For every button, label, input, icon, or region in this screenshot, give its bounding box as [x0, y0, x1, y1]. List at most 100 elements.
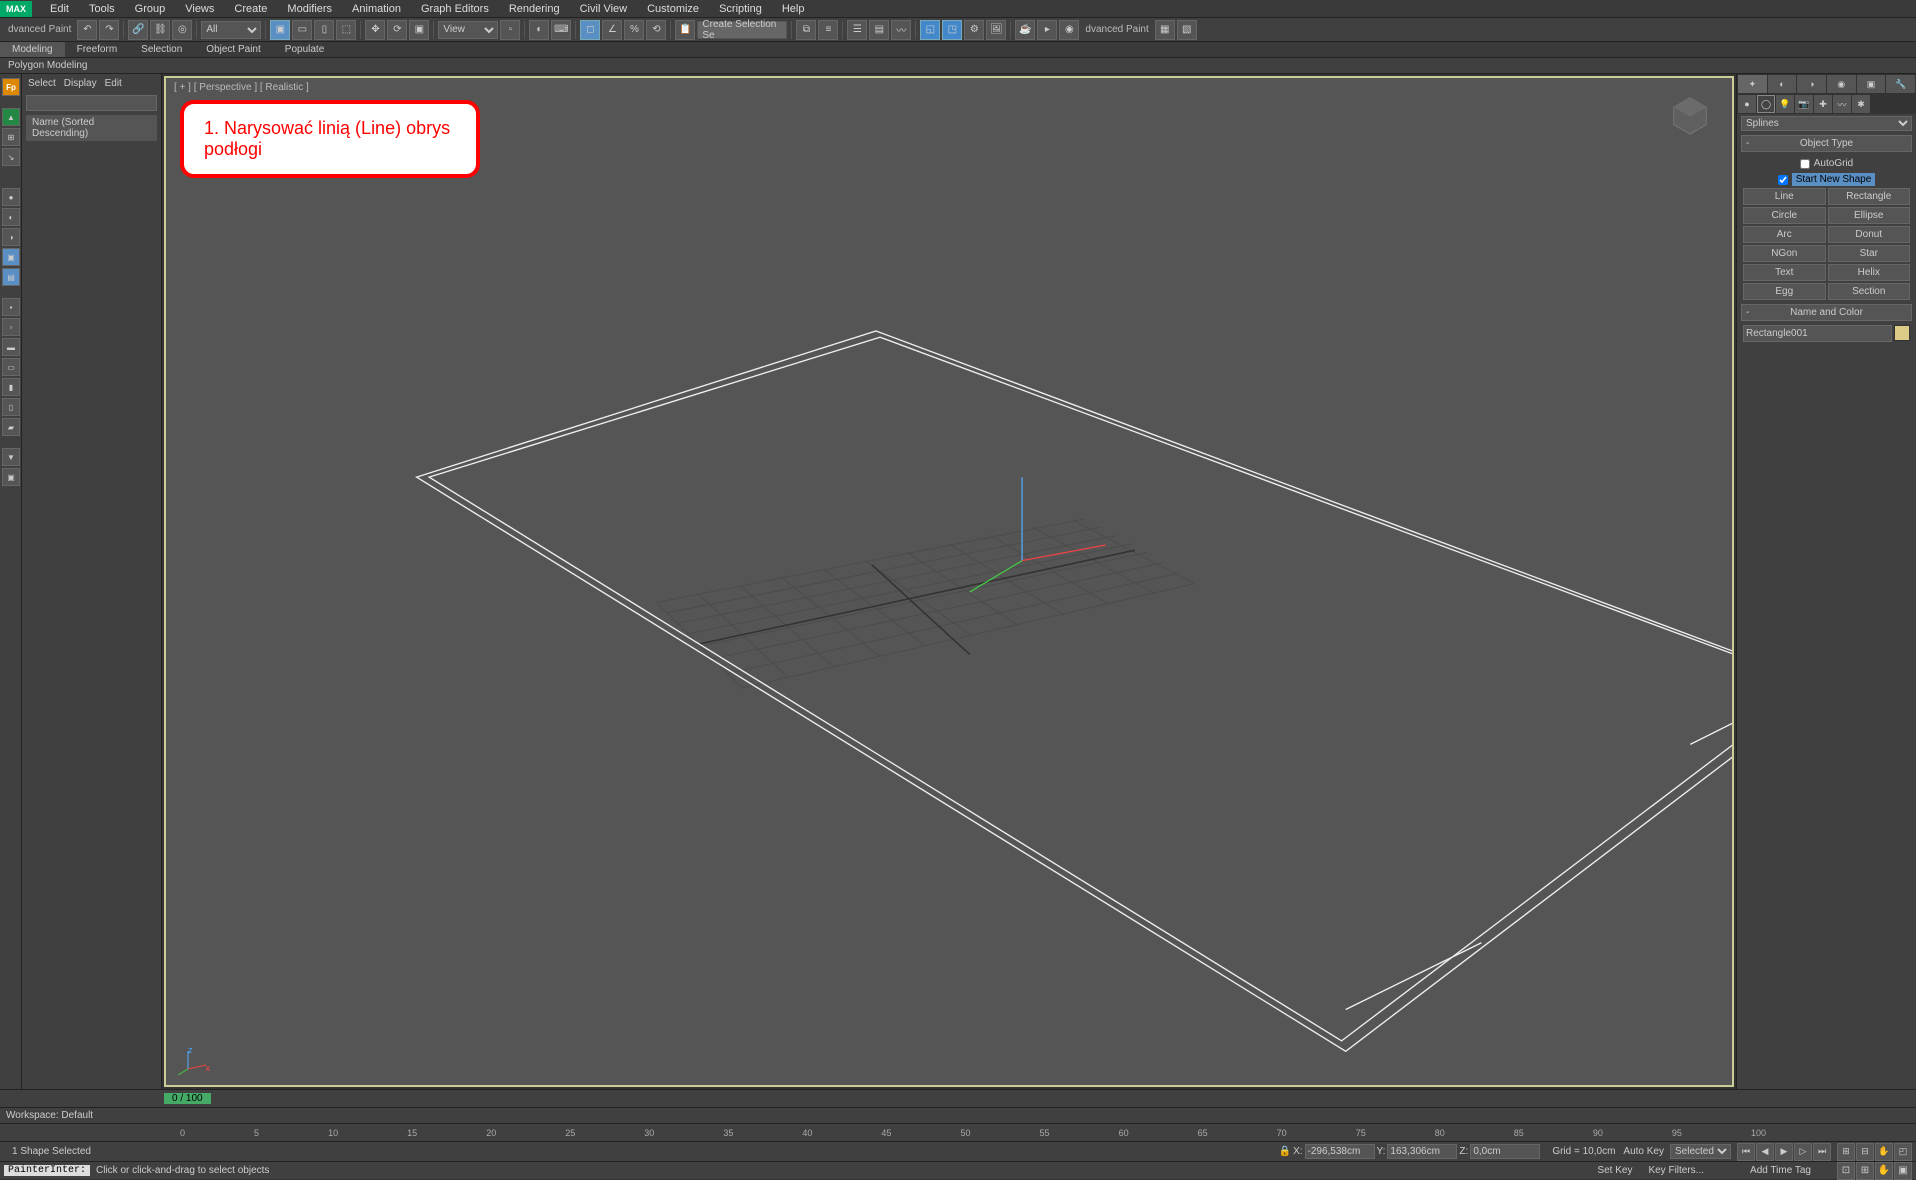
scene-tab-display[interactable]: Display: [64, 78, 97, 89]
render-setup[interactable]: ⚙: [964, 20, 984, 40]
text-button[interactable]: Text: [1743, 264, 1826, 281]
menu-customize[interactable]: Customize: [637, 3, 709, 15]
align-button[interactable]: ≡: [818, 20, 838, 40]
app-logo[interactable]: MAX: [0, 1, 32, 17]
render-frame[interactable]: 🖼: [986, 20, 1006, 40]
autogrid-checkbox[interactable]: [1800, 159, 1810, 169]
setkey-button[interactable]: Set Key: [1597, 1165, 1632, 1176]
extra-btn-1[interactable]: ▦: [1155, 20, 1175, 40]
x-field[interactable]: -296,538cm: [1305, 1144, 1375, 1159]
z-field[interactable]: 0,0cm: [1470, 1144, 1540, 1159]
time-ruler[interactable]: 0510 152025 303540 455055 606570 758085 …: [0, 1123, 1916, 1141]
selection-filter[interactable]: All: [201, 21, 261, 39]
mirror-button[interactable]: ⧉: [796, 20, 816, 40]
named-selection-set[interactable]: Create Selection Se: [697, 21, 787, 39]
redo-button[interactable]: ↷: [99, 20, 119, 40]
object-name-input[interactable]: [1743, 325, 1892, 342]
ribbon-freeform[interactable]: Freeform: [65, 42, 130, 57]
scene-tab-edit[interactable]: Edit: [105, 78, 122, 89]
extra-btn-2[interactable]: ▧: [1177, 20, 1197, 40]
render-iterate[interactable]: ▸: [1037, 20, 1057, 40]
sc-g[interactable]: ▫: [2, 318, 20, 336]
object-type-rollout[interactable]: Object Type: [1741, 135, 1912, 152]
move-button[interactable]: ✥: [365, 20, 385, 40]
menu-group[interactable]: Group: [125, 3, 176, 15]
link-button[interactable]: 🔗: [128, 20, 148, 40]
sc-c[interactable]: ◑: [2, 228, 20, 246]
nav-1[interactable]: ⊞: [1837, 1143, 1855, 1161]
y-field[interactable]: 163,306cm: [1387, 1144, 1457, 1159]
zoom-extents[interactable]: ⊡: [1837, 1162, 1855, 1180]
viewcube[interactable]: [1666, 90, 1714, 138]
frame-indicator[interactable]: 0 / 100: [164, 1093, 211, 1104]
prev-frame[interactable]: ◀: [1756, 1143, 1774, 1161]
sc-b[interactable]: ◐: [2, 208, 20, 226]
polygon-modeling-label[interactable]: Polygon Modeling: [0, 60, 96, 71]
sc-d[interactable]: ▣: [2, 248, 20, 266]
shapes-icon[interactable]: ◯: [1757, 95, 1775, 113]
create-tab[interactable]: ✦: [1738, 75, 1767, 93]
sc-k[interactable]: ▯: [2, 398, 20, 416]
startshape-label[interactable]: Start New Shape: [1792, 173, 1876, 186]
category-dropdown[interactable]: Splines: [1741, 116, 1912, 131]
section-button[interactable]: Section: [1828, 283, 1911, 300]
utilities-tab[interactable]: 🔧: [1886, 75, 1915, 93]
ribbon-modeling[interactable]: Modeling: [0, 42, 65, 57]
sc-geom-icon[interactable]: ●: [2, 188, 20, 206]
workspace-label[interactable]: Workspace: Default: [0, 1107, 1916, 1123]
ngon-button[interactable]: NGon: [1743, 245, 1826, 262]
menu-scripting[interactable]: Scripting: [709, 3, 772, 15]
star-button[interactable]: Star: [1828, 245, 1911, 262]
menu-views[interactable]: Views: [175, 3, 224, 15]
layer-button[interactable]: ☰: [847, 20, 867, 40]
material-editor[interactable]: ◳: [942, 20, 962, 40]
snap-toggle[interactable]: ◻: [580, 20, 600, 40]
startshape-checkbox[interactable]: [1778, 175, 1788, 185]
sc-e[interactable]: ▤: [2, 268, 20, 286]
window-crossing-button[interactable]: ⬚: [336, 20, 356, 40]
floorplan-icon[interactable]: Fp: [2, 78, 20, 96]
helix-button[interactable]: Helix: [1828, 264, 1911, 281]
name-color-rollout[interactable]: Name and Color: [1741, 304, 1912, 321]
keyfilters-button[interactable]: Key Filters...: [1648, 1165, 1704, 1176]
manipulate-button[interactable]: ◐: [529, 20, 549, 40]
sc-n[interactable]: ▣: [2, 468, 20, 486]
tool-a[interactable]: ▲: [2, 108, 20, 126]
sc-l[interactable]: ▰: [2, 418, 20, 436]
bind-button[interactable]: ◎: [172, 20, 192, 40]
ribbon-populate[interactable]: Populate: [273, 42, 336, 57]
render-activeshade[interactable]: ◉: [1059, 20, 1079, 40]
tool-b[interactable]: ⊞: [2, 128, 20, 146]
listener-input[interactable]: PainterInter:: [4, 1165, 90, 1176]
tool-c[interactable]: ↘: [2, 148, 20, 166]
lock-icon[interactable]: 🔒: [1279, 1146, 1291, 1157]
modify-tab[interactable]: ◐: [1768, 75, 1797, 93]
arc-button[interactable]: Arc: [1743, 226, 1826, 243]
geometry-icon[interactable]: ●: [1738, 95, 1756, 113]
sc-m[interactable]: ▼: [2, 448, 20, 466]
scale-button[interactable]: ▣: [409, 20, 429, 40]
sc-h[interactable]: ▬: [2, 338, 20, 356]
helpers-icon[interactable]: ✚: [1814, 95, 1832, 113]
keyboard-shortcut-button[interactable]: ⌨: [551, 20, 571, 40]
lights-icon[interactable]: 💡: [1776, 95, 1794, 113]
menu-help[interactable]: Help: [772, 3, 815, 15]
select-object-button[interactable]: ▣: [270, 20, 290, 40]
next-frame[interactable]: ▷: [1794, 1143, 1812, 1161]
layer-explorer[interactable]: ▤: [869, 20, 889, 40]
zoom-all[interactable]: ⊞: [1856, 1162, 1874, 1180]
name-filter-input[interactable]: [26, 95, 157, 111]
key-target[interactable]: Selected: [1670, 1144, 1731, 1159]
edit-named-sel[interactable]: 📋: [675, 20, 695, 40]
sc-i[interactable]: ▭: [2, 358, 20, 376]
nav-4[interactable]: ◰: [1894, 1143, 1912, 1161]
pivot-button[interactable]: ▫: [500, 20, 520, 40]
max-toggle[interactable]: ▣: [1894, 1162, 1912, 1180]
select-region-button[interactable]: ▯: [314, 20, 334, 40]
addtime-button[interactable]: Add Time Tag: [1750, 1165, 1811, 1176]
curve-editor[interactable]: 〰: [891, 20, 911, 40]
viewport[interactable]: [ + ] [ Perspective ] [ Realistic ] 1. N…: [164, 76, 1734, 1087]
render-production[interactable]: ☕: [1015, 20, 1035, 40]
menu-edit[interactable]: Edit: [40, 3, 79, 15]
ref-coord-system[interactable]: View: [438, 21, 498, 39]
